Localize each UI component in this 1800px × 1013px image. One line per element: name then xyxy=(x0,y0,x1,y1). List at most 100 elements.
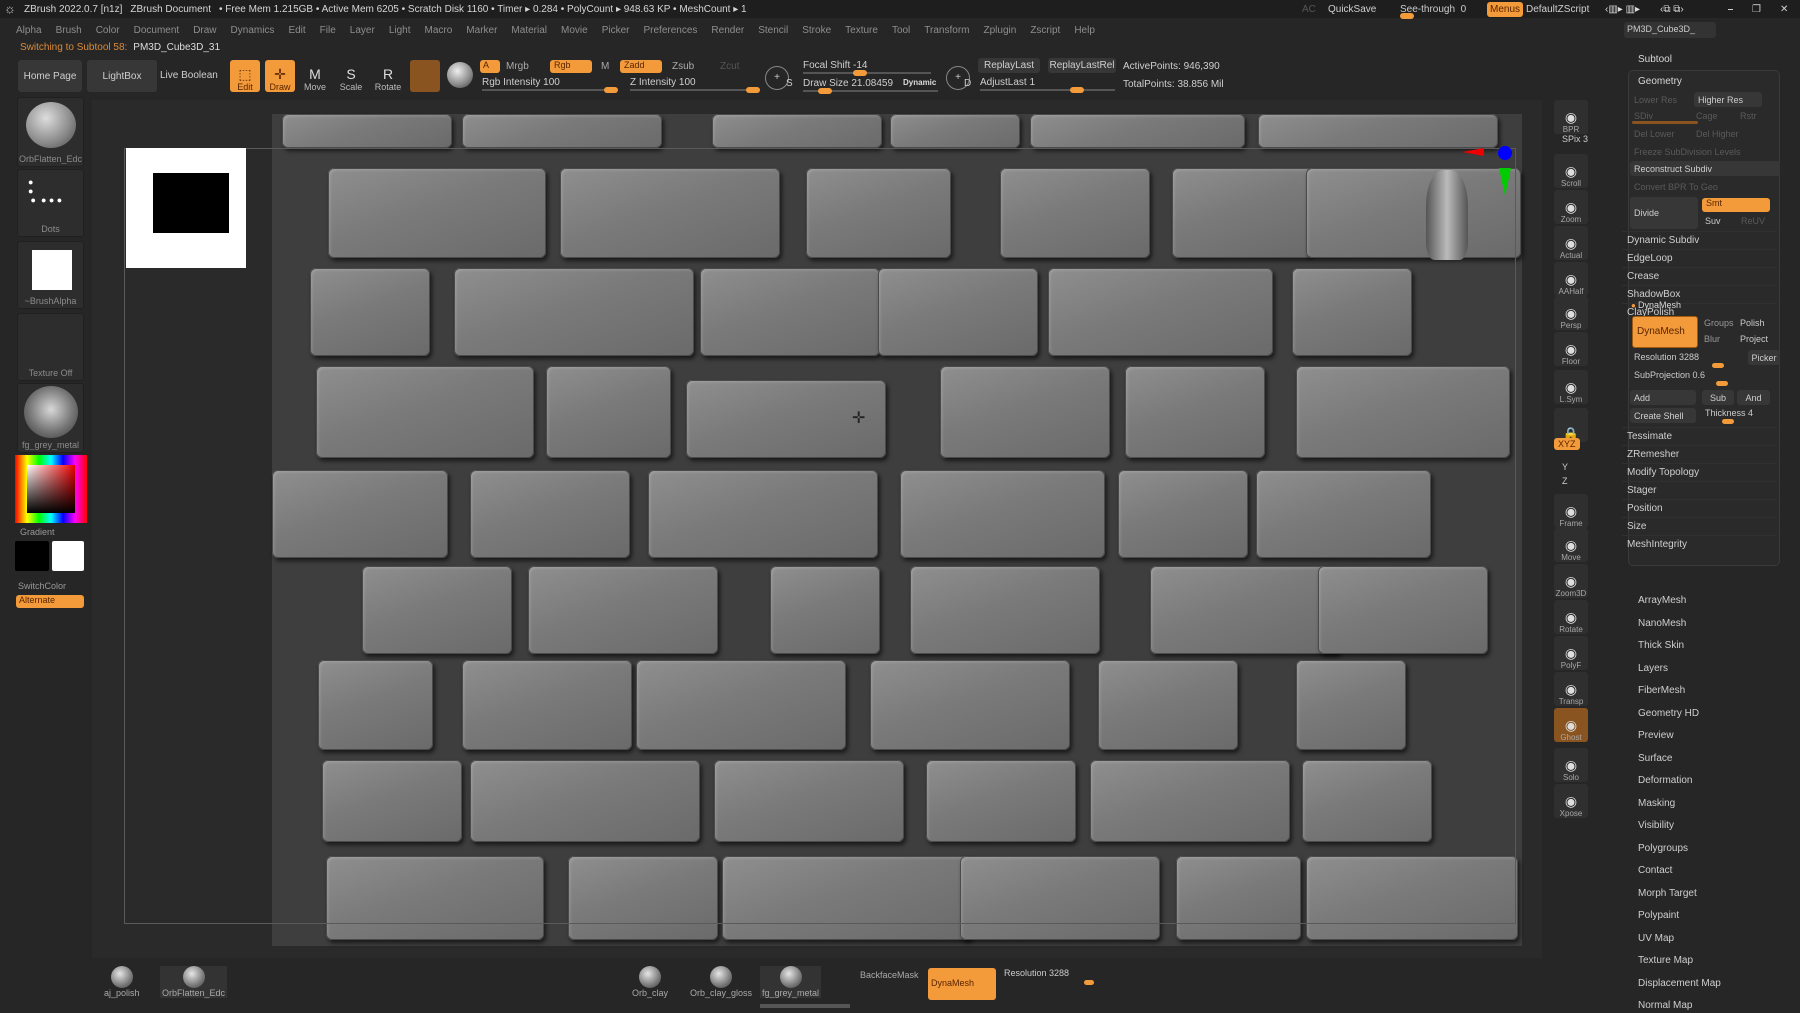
menu-color[interactable]: Color xyxy=(96,25,120,36)
view-aahalf-button[interactable]: ◉ AAHalf xyxy=(1554,262,1588,296)
view-actual-button[interactable]: ◉ Actual xyxy=(1554,226,1588,260)
view-persp-button[interactable]: ◉ Persp xyxy=(1554,296,1588,330)
menu-alpha[interactable]: Alpha xyxy=(16,25,42,36)
secondary-color-swatch[interactable] xyxy=(15,541,49,571)
dynamesh-section[interactable]: DynaMesh xyxy=(1638,300,1681,310)
section-contact[interactable]: Contact xyxy=(1638,865,1672,876)
menu-transform[interactable]: Transform xyxy=(924,25,969,36)
section-uv-map[interactable]: UV Map xyxy=(1638,933,1674,944)
add-button[interactable]: Add xyxy=(1630,390,1696,405)
mrgb-button[interactable]: Mrgb xyxy=(506,61,529,72)
focal-shift-slider[interactable] xyxy=(803,70,931,76)
primary-color-swatch[interactable] xyxy=(52,541,84,571)
stroke-preview-icon[interactable] xyxy=(447,62,473,88)
freeze-subdivision-button[interactable]: Freeze SubDivision Levels xyxy=(1634,147,1741,157)
view-l-sym-button[interactable]: ◉ L.Sym xyxy=(1554,370,1588,404)
z-intensity-knob[interactable] xyxy=(746,87,760,93)
move-button[interactable]: M Move xyxy=(300,60,330,92)
view-rotate-button[interactable]: ◉ Rotate xyxy=(1554,600,1588,634)
material-slot-fg-grey-metal[interactable]: fg_grey_metal xyxy=(760,966,822,998)
resolution-knob[interactable] xyxy=(1712,363,1724,368)
section-layers[interactable]: Layers xyxy=(1638,663,1668,674)
view-bpr-button[interactable]: ◉ BPR xyxy=(1554,100,1588,134)
section-arraymesh[interactable]: ArrayMesh xyxy=(1638,595,1686,606)
menus-button[interactable]: Menus xyxy=(1487,2,1524,17)
menu-layer[interactable]: Layer xyxy=(350,25,375,36)
switch-color-button[interactable]: SwitchColor xyxy=(18,581,66,591)
brush-slot-orbflatten[interactable]: OrbFlatten_Edc xyxy=(160,966,228,998)
geometry-item-crease[interactable]: Crease xyxy=(1622,267,1777,284)
blur-slider[interactable]: Blur xyxy=(1704,334,1720,344)
section-fibermesh[interactable]: FiberMesh xyxy=(1638,685,1685,696)
menu-edit[interactable]: Edit xyxy=(288,25,305,36)
minimize-button[interactable]: ⎯ xyxy=(1728,0,1733,18)
brush-slot-aj-polish[interactable]: aj_polish xyxy=(104,966,140,998)
menu-dynamics[interactable]: Dynamics xyxy=(231,25,275,36)
view-frame-button[interactable]: ◉ Frame xyxy=(1554,494,1588,528)
default-zscript-button[interactable]: DefaultZScript xyxy=(1526,0,1589,18)
menu-help[interactable]: Help xyxy=(1074,25,1095,36)
section-thick-skin[interactable]: Thick Skin xyxy=(1638,640,1684,651)
geometry-item-dynamic-subdiv[interactable]: Dynamic Subdiv xyxy=(1622,231,1777,248)
geometry-item-size[interactable]: Size xyxy=(1622,517,1777,534)
section-nanomesh[interactable]: NanoMesh xyxy=(1638,618,1686,629)
convert-bpr-button[interactable]: Convert BPR To Geo xyxy=(1634,182,1718,192)
geometry-item-modify-topology[interactable]: Modify Topology xyxy=(1622,463,1777,480)
replay-last-rel-button[interactable]: ReplayLastRel xyxy=(1048,58,1116,73)
menu-picker[interactable]: Picker xyxy=(602,25,630,36)
material-slot-orb-clay[interactable]: Orb_clay xyxy=(632,966,668,998)
material-slot-orb-clay-gloss[interactable]: Orb_clay_gloss xyxy=(690,966,752,998)
see-through-slider[interactable]: See-through 0 xyxy=(1400,0,1466,19)
restore-button[interactable]: ❐ xyxy=(1752,0,1761,18)
view-transp-button[interactable]: ◉ Transp xyxy=(1554,672,1588,706)
section-normal-map[interactable]: Normal Map xyxy=(1638,1000,1692,1011)
quicksave-button[interactable]: QuickSave xyxy=(1328,0,1376,18)
section-masking[interactable]: Masking xyxy=(1638,798,1675,809)
home-page-button[interactable]: Home Page xyxy=(18,60,82,92)
geometry-item-meshintegrity[interactable]: MeshIntegrity xyxy=(1622,535,1777,552)
lightbox-button[interactable]: LightBox xyxy=(87,60,157,92)
material-thumbnail[interactable]: fg_grey_metal xyxy=(17,383,84,453)
reuv-button[interactable]: ReUV xyxy=(1741,216,1765,226)
section-visibility[interactable]: Visibility xyxy=(1638,820,1674,831)
sdiv-slider-bar[interactable] xyxy=(1632,121,1698,124)
menu-preferences[interactable]: Preferences xyxy=(643,25,697,36)
see-through-knob[interactable] xyxy=(1400,13,1414,19)
groups-toggle[interactable]: Groups xyxy=(1704,318,1734,328)
draw-size-slider[interactable] xyxy=(803,88,938,94)
subtool-section[interactable]: Subtool xyxy=(1638,54,1672,65)
shelf-scroll-handle[interactable] xyxy=(760,1004,850,1008)
picker-button[interactable]: Picker xyxy=(1748,350,1780,365)
a-button[interactable]: A xyxy=(480,60,500,73)
section-preview[interactable]: Preview xyxy=(1638,730,1674,741)
menu-zscript[interactable]: Zscript xyxy=(1030,25,1060,36)
section-deformation[interactable]: Deformation xyxy=(1638,775,1692,786)
sub-button[interactable]: Sub xyxy=(1702,390,1734,405)
scale-button[interactable]: S Scale xyxy=(336,60,366,92)
view-ghost-button[interactable]: ◉ Ghost xyxy=(1554,708,1588,742)
dynamesh-button[interactable]: DynaMesh xyxy=(1632,316,1698,348)
view-xpose-button[interactable]: ◉ Xpose xyxy=(1554,784,1588,818)
resolution-shelf-knob[interactable] xyxy=(1084,980,1094,985)
view-y-button[interactable]: Y xyxy=(1562,462,1568,472)
cage-button[interactable]: Cage xyxy=(1696,111,1718,121)
orientation-head-icon[interactable] xyxy=(1426,170,1468,260)
alternate-button[interactable]: Alternate xyxy=(16,595,84,608)
backface-mask-toggle[interactable]: BackfaceMask xyxy=(860,970,919,980)
draw-size-knob[interactable] xyxy=(818,88,832,94)
view-zoom-button[interactable]: ◉ Zoom xyxy=(1554,190,1588,224)
menu-marker[interactable]: Marker xyxy=(466,25,497,36)
color-picker[interactable] xyxy=(15,455,87,523)
view-scroll-button[interactable]: ◉ Scroll xyxy=(1554,154,1588,188)
color-saturation-square[interactable] xyxy=(27,465,75,513)
view-solo-button[interactable]: ◉ Solo xyxy=(1554,748,1588,782)
del-higher-button[interactable]: Del Higher xyxy=(1696,129,1739,139)
view-spix-3-button[interactable]: SPix 3 xyxy=(1562,134,1588,144)
view-xyz-button[interactable]: XYZ xyxy=(1554,438,1580,450)
geometry-item-position[interactable]: Position xyxy=(1622,499,1777,516)
rotate-button[interactable]: R Rotate xyxy=(373,60,403,92)
geometry-item-edgeloop[interactable]: EdgeLoop xyxy=(1622,249,1777,266)
section-polygroups[interactable]: Polygroups xyxy=(1638,843,1688,854)
menu-document[interactable]: Document xyxy=(134,25,180,36)
subprojection-knob[interactable] xyxy=(1716,381,1728,386)
